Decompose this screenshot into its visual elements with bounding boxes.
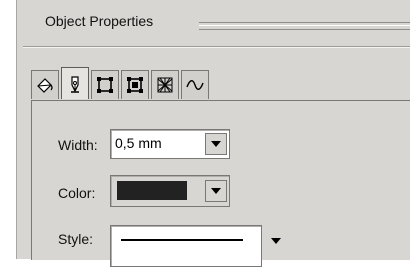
fill-bucket-icon — [37, 78, 53, 93]
style-label: Style: — [58, 231, 94, 247]
frame-nodes-icon — [127, 77, 143, 93]
width-label: Width: — [58, 137, 98, 153]
color-picker[interactable] — [110, 175, 230, 207]
mesh-icon — [157, 77, 173, 93]
outline-properties-page: Width: 0,5 mm Color: Style: — [31, 100, 410, 267]
square-nodes-icon — [97, 77, 113, 93]
width-value[interactable]: 0,5 mm — [115, 135, 162, 151]
line-style-sample — [121, 239, 243, 241]
color-swatch[interactable] — [117, 181, 187, 200]
wave-icon — [186, 80, 204, 90]
chevron-down-icon — [271, 238, 281, 244]
width-dropdown-button[interactable] — [205, 133, 227, 155]
title-grip — [199, 22, 410, 30]
property-tabs — [31, 67, 211, 100]
tab-frame[interactable] — [121, 70, 149, 99]
tab-mesh[interactable] — [151, 70, 179, 99]
style-combobox[interactable] — [110, 225, 262, 267]
style-dropdown-button[interactable] — [266, 229, 286, 253]
chevron-down-icon — [211, 188, 221, 194]
tab-wave[interactable] — [181, 70, 209, 99]
tab-outline[interactable] — [61, 67, 89, 99]
chevron-down-icon — [211, 141, 221, 147]
tab-fill[interactable] — [31, 70, 59, 99]
width-combobox[interactable]: 0,5 mm — [110, 129, 230, 159]
panel-title: Object Properties — [45, 13, 158, 29]
object-properties-panel: Object Properties Width: 0,5 mm Color: S… — [16, 0, 410, 267]
panel-titlebar[interactable]: Object Properties — [17, 10, 410, 36]
color-dropdown-button[interactable] — [205, 180, 227, 202]
tab-geometry[interactable] — [91, 70, 119, 99]
separator — [23, 46, 410, 48]
color-label: Color: — [58, 185, 96, 201]
pen-nib-icon — [71, 75, 79, 93]
